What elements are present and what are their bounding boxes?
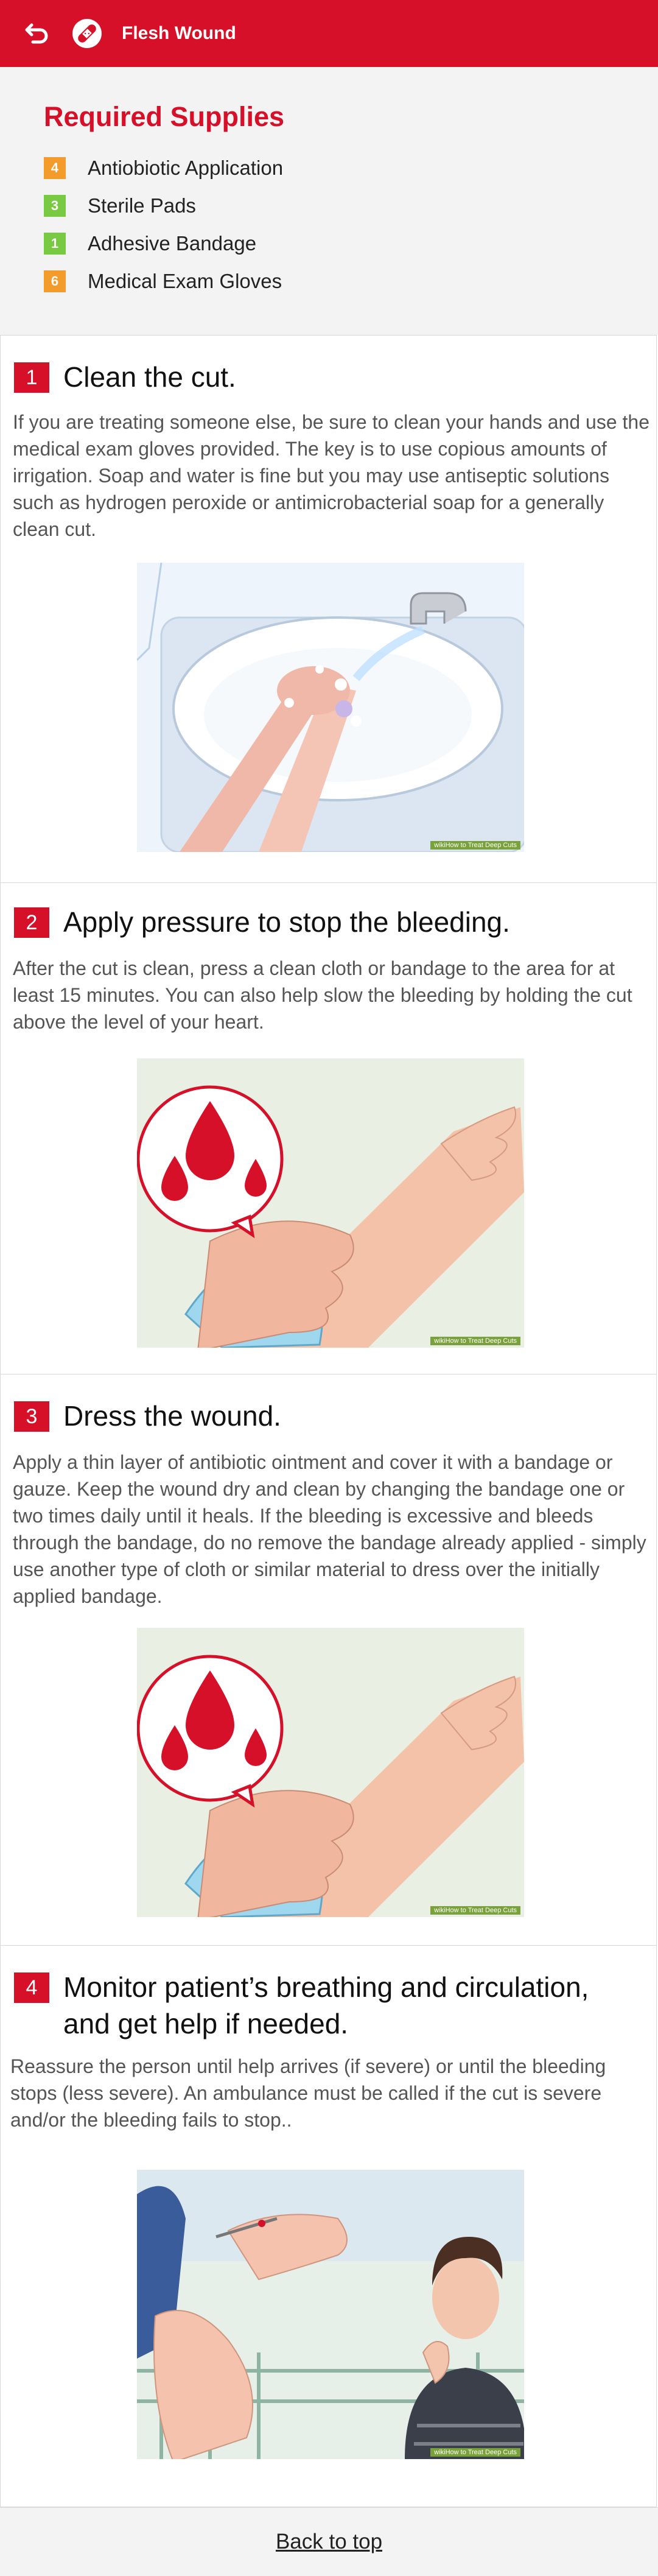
supply-name: Sterile Pads: [88, 194, 196, 217]
pressure-illustration: [137, 1058, 524, 1348]
quantity-badge: 4: [44, 157, 66, 179]
step-number: 3: [14, 1401, 49, 1432]
bandage-icon: [72, 19, 102, 48]
step-description: After the cut is clean, press a clean cl…: [13, 957, 632, 1033]
supply-item: 3 Sterile Pads: [44, 194, 196, 218]
dressing-illustration: [137, 1628, 524, 1917]
step-number: 2: [14, 907, 49, 938]
step-number: 1: [14, 362, 49, 393]
supply-name: Antiobiotic Application: [88, 157, 284, 179]
watermark: wikiHow to Treat Deep Cuts: [430, 841, 520, 850]
step-description: Apply a thin layer of antibiotic ointmen…: [13, 1451, 646, 1607]
back-arrow-icon[interactable]: [18, 16, 52, 51]
handwashing-illustration: [137, 563, 524, 852]
monitoring-illustration: [137, 2170, 524, 2459]
step-description: If you are treating someone else, be sur…: [13, 411, 649, 540]
page-title: Flesh Wound: [122, 23, 236, 43]
step-title: Clean the cut.: [63, 361, 236, 393]
quantity-badge: 3: [44, 195, 66, 217]
watermark: wikiHow to Treat Deep Cuts: [430, 2448, 520, 2457]
step-illustration: wikiHow to Treat Deep Cuts: [137, 1058, 524, 1348]
supply-name: Medical Exam Gloves: [88, 270, 282, 292]
back-to-top-link[interactable]: Back to top: [0, 2530, 658, 2554]
step-illustration: wikiHow to Treat Deep Cuts: [137, 1628, 524, 1917]
supply-item: 6 Medical Exam Gloves: [44, 269, 282, 294]
supply-item: 4 Antiobiotic Application: [44, 156, 283, 180]
supply-name: Adhesive Bandage: [88, 232, 257, 255]
step-description: Reassure the person until help arrives (…: [10, 2055, 606, 2131]
supplies-heading: Required Supplies: [44, 101, 285, 132]
step-card: 3 Dress the wound. Apply a thin layer of…: [0, 1374, 657, 1946]
step-title: Monitor patient’s breathing and circulat…: [63, 1971, 589, 2039]
step-illustration: wikiHow to Treat Deep Cuts: [137, 2170, 524, 2459]
quantity-badge: 6: [44, 270, 66, 292]
step-card: 1 Clean the cut. If you are treating som…: [0, 335, 657, 883]
step-title: Dress the wound.: [63, 1400, 281, 1432]
required-supplies-panel: Required Supplies 4 Antiobiotic Applicat…: [0, 67, 658, 335]
step-card: 2 Apply pressure to stop the bleeding. A…: [0, 882, 657, 1374]
watermark: wikiHow to Treat Deep Cuts: [430, 1906, 520, 1915]
step-illustration: wikiHow to Treat Deep Cuts: [137, 563, 524, 852]
app-header: Flesh Wound: [0, 0, 658, 67]
supply-item: 1 Adhesive Bandage: [44, 231, 256, 256]
quantity-badge: 1: [44, 233, 66, 255]
page-footer: Back to top: [0, 2507, 658, 2576]
step-card: 4 Monitor patient’s breathing and circul…: [0, 1945, 657, 2507]
watermark: wikiHow to Treat Deep Cuts: [430, 1337, 520, 1345]
step-number: 4: [14, 1972, 49, 2003]
step-title: Apply pressure to stop the bleeding.: [63, 906, 510, 938]
